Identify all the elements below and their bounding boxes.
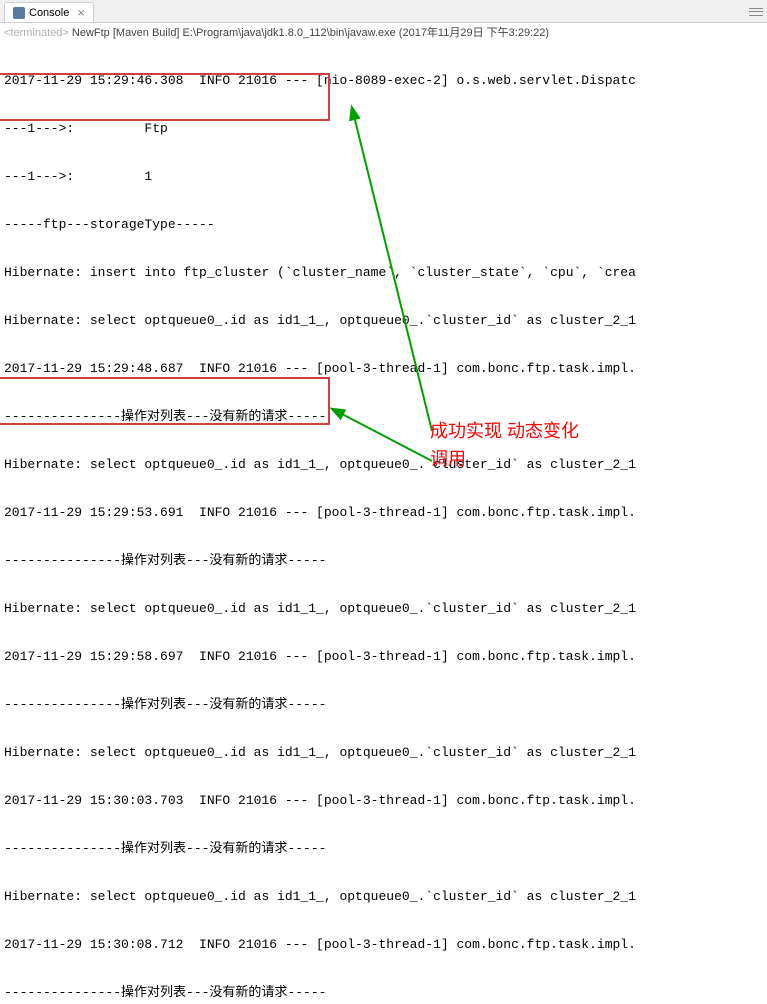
log-line: ---------------操作对列表---没有新的请求----- bbox=[4, 841, 763, 857]
log-line: ---------------操作对列表---没有新的请求----- bbox=[4, 985, 763, 1001]
status-text: NewFtp [Maven Build] E:\Program\java\jdk… bbox=[72, 27, 549, 39]
log-line: 2017-11-29 15:30:03.703 INFO 21016 --- [… bbox=[4, 793, 763, 809]
console-tab-label: Console bbox=[29, 7, 69, 19]
log-line: 2017-11-29 15:29:46.308 INFO 21016 --- [… bbox=[4, 73, 763, 89]
log-line: 2017-11-29 15:30:08.712 INFO 21016 --- [… bbox=[4, 937, 763, 953]
close-icon[interactable]: × bbox=[77, 5, 85, 20]
annotation-text: 成功实现 动态变化 bbox=[430, 423, 579, 439]
console-output[interactable]: 2017-11-29 15:29:46.308 INFO 21016 --- [… bbox=[0, 41, 767, 1004]
log-line: -----ftp---storageType----- bbox=[4, 217, 763, 233]
log-line: ---------------操作对列表---没有新的请求----- bbox=[4, 697, 763, 713]
console-tab-icon bbox=[13, 7, 25, 19]
log-line: Hibernate: select optqueue0_.id as id1_1… bbox=[4, 745, 763, 761]
log-line: 2017-11-29 15:29:53.691 INFO 21016 --- [… bbox=[4, 505, 763, 521]
log-line: Hibernate: select optqueue0_.id as id1_1… bbox=[4, 313, 763, 329]
terminated-label: <terminated> bbox=[4, 27, 69, 39]
log-line: Hibernate: insert into ftp_cluster (`clu… bbox=[4, 265, 763, 281]
console-tab[interactable]: Console × bbox=[4, 2, 94, 22]
minimize-icon[interactable] bbox=[749, 7, 763, 17]
log-line: ---------------操作对列表---没有新的请求----- bbox=[4, 409, 763, 425]
log-line: ---1--->: Ftp bbox=[4, 121, 763, 137]
log-line: Hibernate: select optqueue0_.id as id1_1… bbox=[4, 601, 763, 617]
tab-bar: Console × bbox=[0, 0, 767, 23]
log-line: ---------------操作对列表---没有新的请求----- bbox=[4, 553, 763, 569]
log-line: 2017-11-29 15:29:58.697 INFO 21016 --- [… bbox=[4, 649, 763, 665]
log-line: 2017-11-29 15:29:48.687 INFO 21016 --- [… bbox=[4, 361, 763, 377]
status-line: <terminated> NewFtp [Maven Build] E:\Pro… bbox=[0, 23, 767, 41]
log-line: ---1--->: 1 bbox=[4, 169, 763, 185]
log-line: Hibernate: select optqueue0_.id as id1_1… bbox=[4, 457, 763, 473]
log-line: Hibernate: select optqueue0_.id as id1_1… bbox=[4, 889, 763, 905]
